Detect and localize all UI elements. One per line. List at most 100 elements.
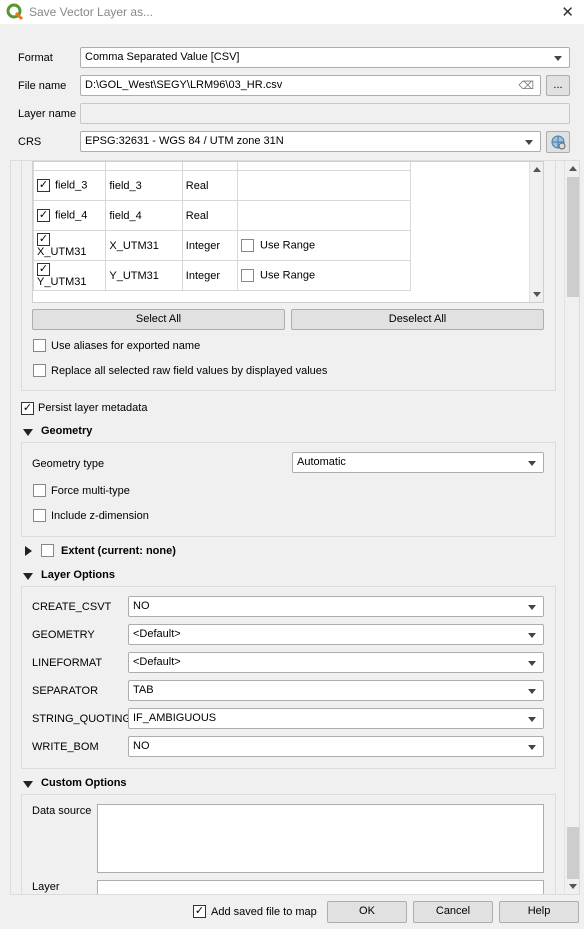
persist-metadata-label: Persist layer metadata bbox=[38, 402, 148, 414]
scroll-up-icon[interactable] bbox=[569, 166, 577, 171]
scroll-down-icon[interactable] bbox=[569, 884, 577, 889]
browse-button[interactable]: ... bbox=[546, 75, 570, 96]
option-value: NO bbox=[133, 740, 150, 752]
filename-input[interactable]: D:\GOL_West\SEGY\LRM96\03_HR.csv ⌫ bbox=[80, 75, 541, 96]
use-aliases-checkbox[interactable] bbox=[33, 339, 46, 352]
geometry-header[interactable]: Geometry bbox=[41, 425, 92, 437]
globe-icon bbox=[551, 135, 566, 150]
field-type: Integer bbox=[181, 230, 239, 261]
layer-options-header[interactable]: Layer Options bbox=[41, 569, 115, 581]
layername-input[interactable] bbox=[80, 103, 570, 124]
chevron-down-icon bbox=[528, 461, 536, 466]
layername-label: Layer name bbox=[18, 108, 77, 120]
cancel-button[interactable]: Cancel bbox=[413, 901, 493, 923]
field-name: field_3 bbox=[55, 179, 88, 192]
option-label: WRITE_BOM bbox=[32, 741, 99, 753]
option-select[interactable]: <Default> bbox=[128, 652, 544, 673]
format-label: Format bbox=[18, 52, 53, 64]
option-label: CREATE_CSVT bbox=[32, 601, 112, 613]
scroll-thumb[interactable] bbox=[567, 177, 579, 297]
field-checkbox[interactable]: ✓ bbox=[37, 263, 50, 276]
main-scrollbar[interactable] bbox=[564, 161, 579, 894]
crs-value: EPSG:32631 - WGS 84 / UTM zone 31N bbox=[85, 135, 284, 147]
option-value: NO bbox=[133, 600, 150, 612]
option-label: SEPARATOR bbox=[32, 685, 99, 697]
chevron-down-icon bbox=[528, 633, 536, 638]
crs-select[interactable]: EPSG:32631 - WGS 84 / UTM zone 31N bbox=[80, 131, 541, 152]
option-label: LINEFORMAT bbox=[32, 657, 103, 669]
option-select[interactable]: NO bbox=[128, 596, 544, 617]
option-label: GEOMETRY bbox=[32, 629, 95, 641]
clear-icon[interactable]: ⌫ bbox=[518, 79, 534, 92]
field-checkbox[interactable]: ✓ bbox=[37, 161, 50, 162]
filename-label: File name bbox=[18, 80, 67, 92]
force-multi-label: Force multi-type bbox=[51, 485, 130, 497]
option-value: IF_AMBIGUOUS bbox=[133, 712, 217, 724]
ok-button[interactable]: OK bbox=[327, 901, 407, 923]
add-saved-checkbox[interactable]: ✓ bbox=[193, 905, 206, 918]
field-export-name[interactable]: X_UTM31 bbox=[105, 230, 183, 261]
use-range-checkbox[interactable] bbox=[241, 239, 255, 252]
geometry-type-select[interactable]: Automatic bbox=[292, 452, 544, 473]
crs-label: CRS bbox=[18, 136, 42, 148]
collapse-arrow-icon[interactable] bbox=[23, 781, 33, 788]
datasource-label: Data source bbox=[32, 805, 92, 817]
use-range-label: Use Range bbox=[260, 269, 316, 282]
collapse-arrow-icon[interactable] bbox=[23, 429, 33, 436]
persist-metadata-checkbox[interactable]: ✓ bbox=[21, 402, 34, 415]
fields-table-viewport[interactable]: ✓field_2 field_2 Real ✓field_3 field_3 R… bbox=[32, 161, 544, 303]
field-checkbox[interactable]: ✓ bbox=[37, 209, 50, 222]
use-aliases-label: Use aliases for exported name bbox=[51, 340, 201, 352]
geometry-type-value: Automatic bbox=[297, 456, 346, 468]
include-z-checkbox[interactable] bbox=[33, 509, 46, 522]
custom-options-header[interactable]: Custom Options bbox=[41, 777, 127, 789]
field-export-name[interactable]: field_4 bbox=[105, 200, 183, 231]
chevron-down-icon bbox=[554, 56, 562, 61]
datasource-textarea[interactable] bbox=[97, 804, 544, 873]
field-export-name[interactable]: field_3 bbox=[105, 170, 183, 201]
table-row: ✓X_UTM31 X_UTM31 Integer Use Range bbox=[33, 230, 411, 261]
option-value: <Default> bbox=[133, 656, 181, 668]
layer-textarea[interactable] bbox=[97, 880, 544, 894]
field-checkbox[interactable]: ✓ bbox=[37, 233, 50, 246]
chevron-down-icon bbox=[525, 140, 533, 145]
field-name: X_UTM31 bbox=[37, 246, 87, 258]
format-select[interactable]: Comma Separated Value [CSV] bbox=[80, 47, 570, 68]
field-checkbox[interactable]: ✓ bbox=[37, 179, 50, 192]
table-scrollbar[interactable] bbox=[529, 162, 543, 302]
collapse-arrow-icon[interactable] bbox=[23, 573, 33, 580]
scroll-thumb-lower[interactable] bbox=[567, 827, 579, 879]
fields-table: ✓field_2 field_2 Real ✓field_3 field_3 R… bbox=[33, 161, 411, 291]
use-range-checkbox[interactable] bbox=[241, 269, 255, 282]
help-button[interactable]: Help bbox=[499, 901, 579, 923]
field-type: Real bbox=[181, 170, 239, 201]
replace-raw-label: Replace all selected raw field values by… bbox=[51, 365, 328, 377]
extent-checkbox[interactable] bbox=[41, 544, 54, 557]
field-type: Integer bbox=[181, 260, 239, 291]
scroll-up-icon[interactable] bbox=[533, 167, 541, 172]
option-select[interactable]: TAB bbox=[128, 680, 544, 701]
chevron-down-icon bbox=[528, 605, 536, 610]
field-export-name[interactable]: Y_UTM31 bbox=[105, 260, 183, 291]
qgis-logo-icon bbox=[6, 3, 24, 21]
replace-raw-checkbox[interactable] bbox=[33, 364, 46, 377]
field-export-name[interactable]: field_2 bbox=[105, 162, 183, 171]
scroll-down-icon[interactable] bbox=[533, 292, 541, 297]
layer-label: Layer bbox=[32, 881, 60, 893]
option-select[interactable]: <Default> bbox=[128, 624, 544, 645]
chevron-down-icon bbox=[528, 745, 536, 750]
close-icon[interactable]: ✕ bbox=[561, 3, 574, 21]
deselect-all-button[interactable]: Deselect All bbox=[291, 309, 544, 330]
extent-header[interactable]: Extent (current: none) bbox=[61, 545, 176, 557]
window-title: Save Vector Layer as... bbox=[29, 5, 154, 19]
option-select[interactable]: NO bbox=[128, 736, 544, 757]
field-type: Real bbox=[181, 200, 239, 231]
options-scroll-area[interactable]: ✓field_2 field_2 Real ✓field_3 field_3 R… bbox=[10, 160, 580, 895]
crs-picker-button[interactable] bbox=[546, 131, 570, 153]
expand-arrow-icon[interactable] bbox=[25, 546, 32, 556]
select-all-button[interactable]: Select All bbox=[32, 309, 285, 330]
option-value: <Default> bbox=[133, 628, 181, 640]
option-select[interactable]: IF_AMBIGUOUS bbox=[128, 708, 544, 729]
force-multi-checkbox[interactable] bbox=[33, 484, 46, 497]
add-saved-label: Add saved file to map bbox=[211, 906, 317, 918]
